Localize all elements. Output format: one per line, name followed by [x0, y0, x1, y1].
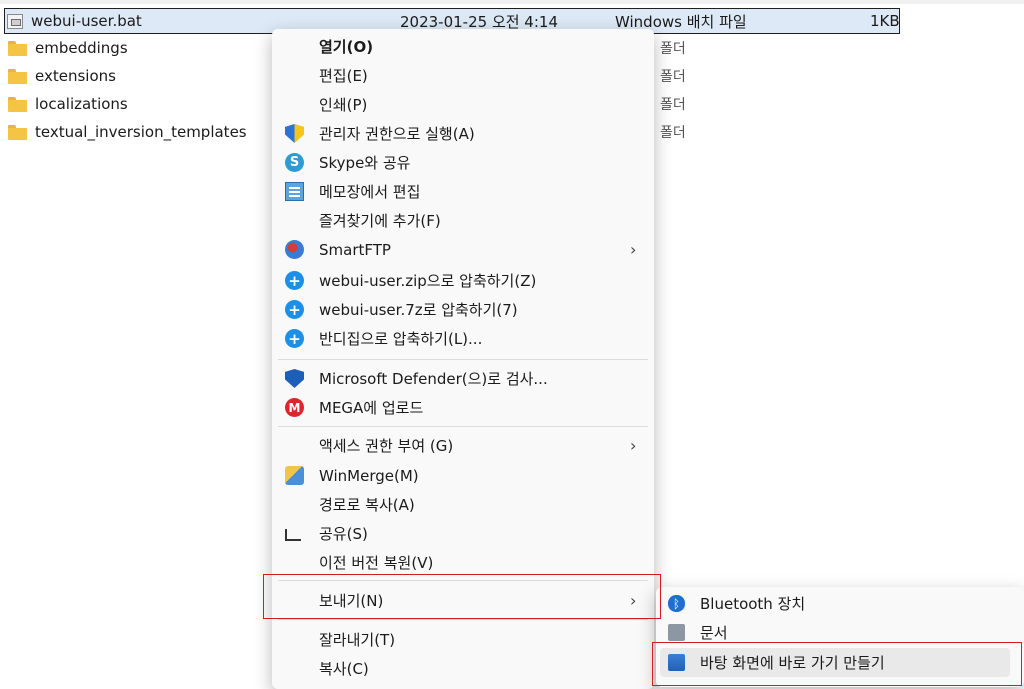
batch-file-icon [7, 13, 23, 29]
menu-item-label: 액세스 권한 부여 (G) [319, 437, 454, 455]
menu-item-label: 복사(C) [319, 660, 369, 678]
menu-separator [278, 426, 648, 427]
folder-type: 폴더 [660, 69, 686, 85]
submenu-item-label: Bluetooth 장치 [700, 595, 806, 613]
menu-item-edit[interactable]: 편집(E) [272, 61, 654, 90]
menu-item-open[interactable]: 열기(O) [272, 32, 654, 61]
menu-item-add-favorites[interactable]: 즐겨찾기에 추가(F) [272, 206, 654, 235]
annotation-highlight-desktop-shortcut [652, 642, 1022, 686]
file-size: 1KB [870, 12, 900, 30]
mega-icon: M [285, 398, 304, 417]
menu-item-compress-zip[interactable]: + webui-user.zip으로 압축하기(Z) [272, 266, 654, 295]
menu-item-label: webui-user.7z로 압축하기(7) [319, 301, 518, 319]
menu-item-label: 경로로 복사(A) [319, 496, 415, 514]
menu-item-label: SmartFTP [319, 240, 391, 259]
menu-item-label: WinMerge(M) [319, 466, 419, 485]
winmerge-icon [285, 466, 304, 485]
submenu-item-bluetooth[interactable]: ᛒ Bluetooth 장치 [656, 589, 1024, 618]
folder-type: 폴더 [660, 125, 686, 141]
folder-name: textual_inversion_templates [35, 123, 247, 141]
menu-item-label: Skype와 공유 [319, 154, 411, 172]
menu-item-edit-notepad[interactable]: 메모장에서 편집 [272, 177, 654, 206]
menu-item-run-as-admin[interactable]: 관리자 권한으로 실행(A) [272, 119, 654, 148]
previous-row-strip [0, 0, 1024, 4]
folder-name: localizations [35, 95, 128, 113]
bandizip-icon: + [285, 300, 304, 319]
menu-item-label: 메모장에서 편집 [319, 183, 421, 201]
menu-item-share-skype[interactable]: S Skype와 공유 [272, 148, 654, 177]
skype-icon: S [285, 153, 304, 172]
menu-item-defender-scan[interactable]: Microsoft Defender(으)로 검사... [272, 364, 654, 393]
menu-item-copy[interactable]: 복사(C) [272, 654, 654, 683]
menu-item-label: 공유(S) [319, 525, 368, 543]
menu-item-label: 잘라내기(T) [319, 631, 396, 649]
file-name: webui-user.bat [31, 12, 142, 30]
folder-name: embeddings [35, 39, 128, 57]
menu-item-compress-bandizip[interactable]: + 반디집으로 압축하기(L)... [272, 324, 654, 353]
menu-item-give-access[interactable]: 액세스 권한 부여 (G) › [272, 431, 654, 460]
bandizip-icon: + [285, 271, 304, 290]
menu-item-label: 열기(O) [319, 38, 374, 56]
menu-item-print[interactable]: 인쇄(P) [272, 90, 654, 119]
folder-icon [8, 40, 27, 56]
folder-icon [8, 96, 27, 112]
menu-item-label: 인쇄(P) [319, 96, 368, 114]
defender-shield-icon [285, 369, 304, 388]
notepad-icon [285, 182, 304, 201]
menu-item-winmerge[interactable]: WinMerge(M) [272, 461, 654, 490]
uac-shield-icon [285, 124, 304, 143]
folder-icon [8, 124, 27, 140]
menu-separator [278, 619, 648, 620]
chevron-right-icon: › [630, 240, 637, 259]
documents-icon [668, 624, 685, 641]
menu-item-label: 이전 버전 복원(V) [319, 554, 434, 572]
menu-item-cut[interactable]: 잘라내기(T) [272, 625, 654, 654]
menu-item-compress-7z[interactable]: + webui-user.7z로 압축하기(7) [272, 295, 654, 324]
menu-item-label: MEGA에 업로드 [319, 399, 424, 417]
folder-icon [8, 68, 27, 84]
menu-item-share[interactable]: 공유(S) [272, 519, 654, 548]
folder-name: extensions [35, 67, 116, 85]
menu-item-label: 즐겨찾기에 추가(F) [319, 212, 441, 230]
menu-item-label: Microsoft Defender(으)로 검사... [319, 370, 548, 388]
menu-item-label: webui-user.zip으로 압축하기(Z) [319, 272, 537, 290]
annotation-highlight-send-to [263, 574, 661, 619]
submenu-item-label: 문서 [700, 624, 728, 642]
share-icon [285, 529, 301, 541]
smartftp-icon [285, 240, 304, 259]
menu-item-label: 관리자 권한으로 실행(A) [319, 125, 475, 143]
menu-item-restore-versions[interactable]: 이전 버전 복원(V) [272, 548, 654, 577]
menu-item-copy-path[interactable]: 경로로 복사(A) [272, 490, 654, 519]
folder-type: 폴더 [660, 97, 686, 113]
menu-item-label: 반디집으로 압축하기(L)... [319, 330, 483, 348]
bandizip-icon: + [285, 329, 304, 348]
menu-separator [278, 359, 648, 360]
menu-item-label: 편집(E) [319, 67, 368, 85]
menu-item-smartftp[interactable]: SmartFTP › [272, 235, 654, 264]
folder-type: 폴더 [660, 41, 686, 57]
chevron-right-icon: › [630, 436, 637, 455]
bluetooth-icon: ᛒ [668, 595, 685, 612]
menu-item-mega-upload[interactable]: M MEGA에 업로드 [272, 393, 654, 422]
